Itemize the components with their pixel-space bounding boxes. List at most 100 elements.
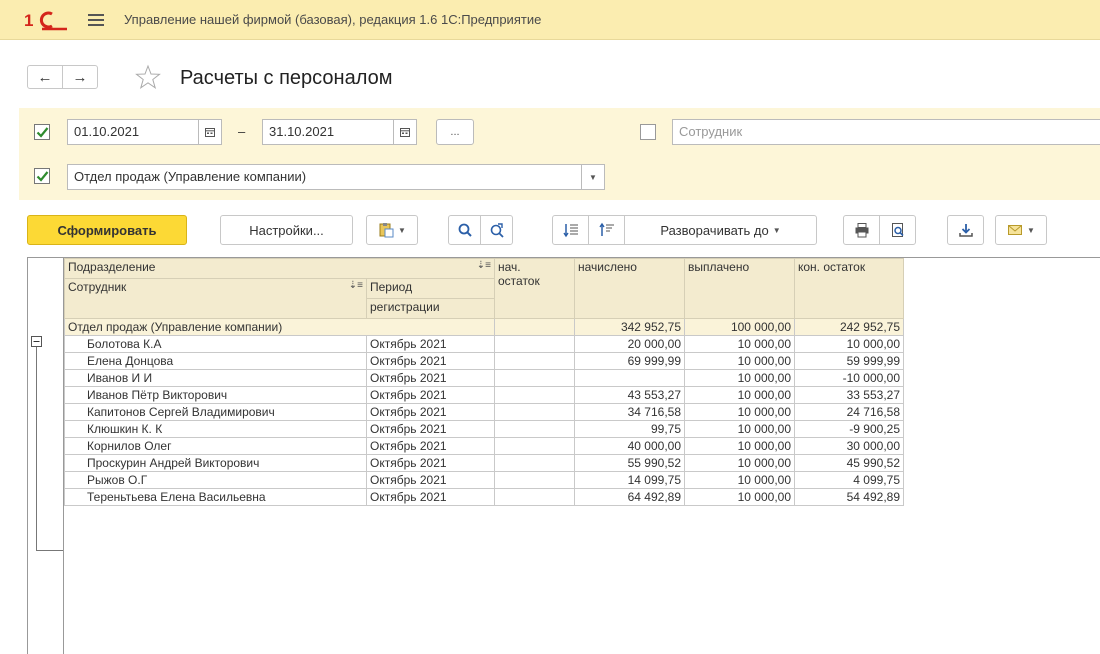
cell-end: 4 099,75	[794, 471, 904, 489]
sort-asc-button[interactable]	[588, 215, 625, 245]
cell-name: Елена Донцова	[64, 352, 367, 370]
generate-button[interactable]: Сформировать	[27, 215, 187, 245]
department-field[interactable]: Отдел продаж (Управление компании)	[67, 164, 582, 190]
cell-period: Октябрь 2021	[366, 488, 495, 506]
table-row[interactable]: Проскурин Андрей Викторович Октябрь 2021 5…	[64, 454, 904, 472]
table-row[interactable]: Иванов И И Октябрь 2021 10 000,00 -10 000,0…	[64, 369, 904, 387]
table-row[interactable]: Болотова К.А Октябрь 2021 20 000,00 10 000,…	[64, 335, 904, 353]
cell-paid: 10 000,00	[684, 471, 795, 489]
cell-start	[494, 386, 575, 404]
cell-paid: 10 000,00	[684, 454, 795, 472]
print-button[interactable]	[843, 215, 880, 245]
cell-period: Октябрь 2021	[366, 454, 495, 472]
arrow-right-icon: →	[72, 68, 88, 86]
menu-icon[interactable]	[88, 13, 104, 26]
period-end-field[interactable]: 31.10.2021	[262, 119, 394, 145]
sort-desc-button[interactable]	[552, 215, 589, 245]
cell-end: 33 553,27	[794, 386, 904, 404]
paste-icon	[379, 223, 394, 238]
cell-name: Рыжов О.Г	[64, 471, 367, 489]
cell-period: Октябрь 2021	[366, 386, 495, 404]
calendar-start-button[interactable]	[198, 119, 222, 145]
group-name: Отдел продаж (Управление компании)	[64, 318, 495, 336]
forward-button[interactable]: →	[62, 65, 98, 89]
cell-name: Проскурин Андрей Викторович	[64, 454, 367, 472]
department-checkbox[interactable]	[34, 168, 50, 184]
group-accrued: 342 952,75	[574, 318, 685, 336]
cell-name: Капитонов Сергей Владимирович	[64, 403, 367, 421]
header-accrued[interactable]: начислено	[574, 258, 685, 319]
search-button[interactable]	[448, 215, 481, 245]
cell-period: Октябрь 2021	[366, 369, 495, 387]
refresh-icon	[490, 223, 504, 238]
cell-start	[494, 403, 575, 421]
checkmark-icon	[36, 170, 48, 182]
back-button[interactable]: ←	[27, 65, 63, 89]
employee-checkbox[interactable]	[640, 124, 656, 140]
calendar-end-button[interactable]	[393, 119, 417, 145]
header-period[interactable]: Период	[366, 278, 495, 299]
cell-start	[494, 352, 575, 370]
cell-end: 24 716,58	[794, 403, 904, 421]
collapse-icon[interactable]	[31, 336, 42, 347]
cell-name: Корнилов Олег	[64, 437, 367, 455]
header-end-balance[interactable]: кон. остаток	[794, 258, 904, 319]
cell-accrued: 14 099,75	[574, 471, 685, 489]
cell-start	[494, 420, 575, 438]
group-end: 242 952,75	[794, 318, 904, 336]
star-icon[interactable]	[135, 64, 161, 90]
expand-to-label: Разворачивать до	[660, 222, 769, 238]
checkmark-icon	[36, 126, 48, 138]
header-employee[interactable]: Сотрудник ⇣≡	[64, 278, 367, 319]
app-window: 1 Управление нашей фирмой (базовая), ред…	[0, 0, 1100, 654]
refresh-search-button[interactable]	[480, 215, 513, 245]
group-start	[494, 318, 575, 336]
report-grid[interactable]: Подразделение ⇣≡ нач. остаток начислено вы…	[27, 257, 1100, 654]
cell-paid: 10 000,00	[684, 369, 795, 387]
expand-to-button[interactable]: Разворачивать до ▼	[624, 215, 817, 245]
table-row[interactable]: Клюшкин К. К Октябрь 2021 99,75 10 000,00 -9…	[64, 420, 904, 438]
save-button[interactable]	[947, 215, 984, 245]
employee-field[interactable]: Сотрудник	[672, 119, 1100, 145]
cell-accrued: 34 716,58	[574, 403, 685, 421]
header-paid[interactable]: выплачено	[684, 258, 795, 319]
table-row[interactable]: Рыжов О.Г Октябрь 2021 14 099,75 10 000,00 4…	[64, 471, 904, 489]
preview-button[interactable]	[879, 215, 916, 245]
cell-accrued: 55 990,52	[574, 454, 685, 472]
sort-asc-icon	[598, 222, 614, 236]
sort-desc-icon	[562, 224, 578, 238]
1c-logo-icon[interactable]: 1	[24, 9, 68, 31]
preview-icon	[891, 223, 904, 237]
cell-accrued: 64 492,89	[574, 488, 685, 506]
table-row[interactable]: Корнилов Олег Октябрь 2021 40 000,00 10 000…	[64, 437, 904, 455]
title-bar: 1 Управление нашей фирмой (базовая), ред…	[0, 0, 1100, 40]
cell-period: Октябрь 2021	[366, 437, 495, 455]
header-department[interactable]: Подразделение ⇣≡	[64, 258, 495, 279]
period-dash: –	[238, 124, 246, 139]
calendar-icon	[205, 128, 215, 137]
report-table: Подразделение ⇣≡ нач. остаток начислено вы…	[64, 258, 904, 506]
paste-menu-button[interactable]: ▼	[366, 215, 418, 245]
cell-accrued: 20 000,00	[574, 335, 685, 353]
cell-start	[494, 454, 575, 472]
settings-button[interactable]: Настройки...	[220, 215, 353, 245]
choose-period-button[interactable]: ...	[436, 119, 474, 145]
cell-period: Октябрь 2021	[366, 403, 495, 421]
table-row[interactable]: Елена Донцова Октябрь 2021 69 999,99 10 000…	[64, 352, 904, 370]
group-row[interactable]: Отдел продаж (Управление компании) 342 9…	[64, 318, 904, 336]
header-start-balance[interactable]: нач. остаток	[494, 258, 575, 319]
form-title: Расчеты с персоналом	[180, 67, 393, 89]
cell-name: Иванов Пётр Викторович	[64, 386, 367, 404]
department-dropdown-button[interactable]: ▼	[581, 164, 605, 190]
period-start-field[interactable]: 01.10.2021	[67, 119, 199, 145]
table-row[interactable]: Капитонов Сергей Владимирович Октябрь 202…	[64, 403, 904, 421]
print-icon	[855, 223, 868, 238]
chevron-down-icon: ▼	[398, 225, 406, 235]
send-mail-button[interactable]: ▼	[995, 215, 1047, 245]
table-row[interactable]: Иванов Пётр Викторович Октябрь 2021 43 553…	[64, 386, 904, 404]
table-row[interactable]: Тереньтьева Елена Васильевна Октябрь 2021…	[64, 488, 904, 506]
cell-name: Иванов И И	[64, 369, 367, 387]
chevron-down-icon: ▼	[772, 225, 781, 235]
period-checkbox[interactable]	[34, 124, 50, 140]
group-paid: 100 000,00	[684, 318, 795, 336]
